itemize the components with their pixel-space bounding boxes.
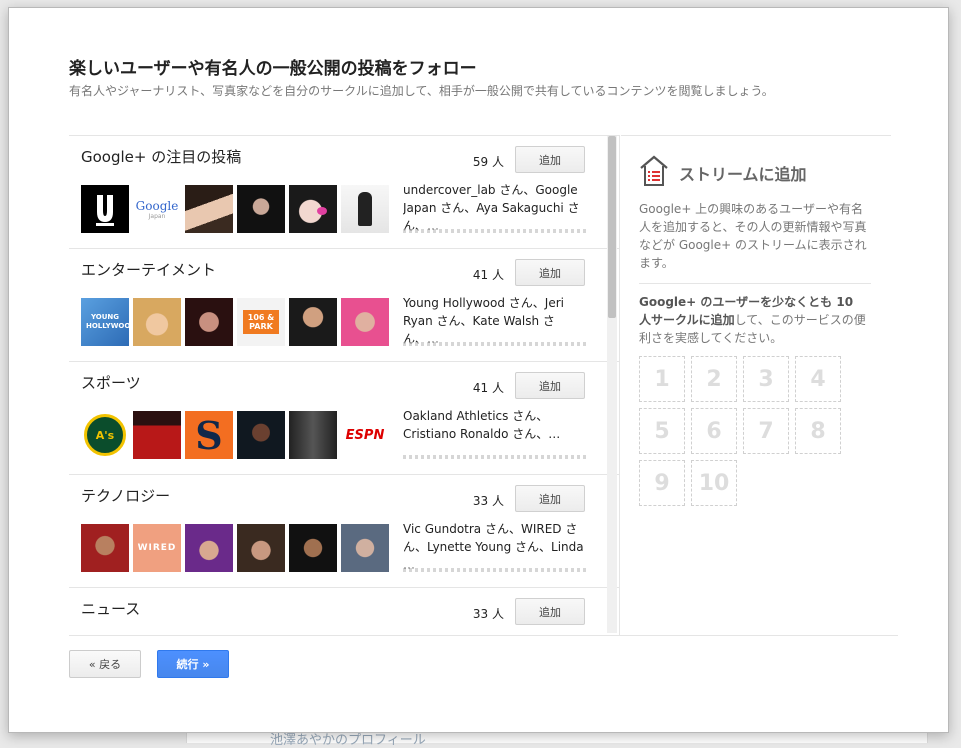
circle-slot: 9: [639, 460, 685, 506]
google-logo-sub: Japan: [148, 212, 166, 220]
panel-top-border: [621, 135, 891, 136]
avatar[interactable]: [133, 298, 181, 346]
category-row: エンターテイメント 41 人 追加 YOUNG HOLLYWOOD 106 & …: [69, 249, 619, 362]
circle-slot: 6: [691, 408, 737, 454]
continue-button[interactable]: 続行 »: [157, 650, 229, 678]
category-description: Oakland Athletics さん、Cristiano Ronaldo さ…: [403, 409, 561, 441]
category-name: ニュース: [81, 600, 141, 618]
description-fade: [403, 342, 589, 346]
category-count: 41 人: [472, 381, 504, 395]
avatar[interactable]: Google Japan: [133, 185, 181, 233]
circle-slot: 7: [743, 408, 789, 454]
athletics-logo: A's: [84, 414, 126, 456]
category-count: 41 人: [472, 268, 504, 282]
category-row: スポーツ 41 人 追加 A's S ESPN Oakland Athletic…: [69, 362, 619, 475]
avatar[interactable]: [341, 185, 389, 233]
circle-slot: 10: [691, 460, 737, 506]
add-button[interactable]: 追加: [515, 598, 585, 625]
106-park-logo: 106 & PARK: [243, 310, 279, 334]
category-row: テクノロジー 33 人 追加 WIRED Vic Gundotra さん、WIR…: [69, 475, 619, 588]
avatar[interactable]: WIRED: [133, 524, 181, 572]
stream-title: ストリームに追加: [679, 165, 807, 184]
avatar[interactable]: [237, 185, 285, 233]
avatar[interactable]: A's: [81, 411, 129, 459]
description-fade: [403, 229, 589, 233]
avatar[interactable]: [237, 411, 285, 459]
category-count: 33 人: [472, 607, 504, 621]
category-count: 33 人: [472, 494, 504, 508]
category-description: Young Hollywood さん、Jeri Ryan さん、Kate Wal…: [403, 296, 564, 344]
avatar[interactable]: S: [185, 411, 233, 459]
category-row: Google+ の注目の投稿 59 人 追加 Google Japan unde…: [69, 136, 619, 249]
stream-goal: Google+ のユーザーを少なくとも 10 人サークルに追加して、このサービス…: [639, 293, 869, 347]
avatar[interactable]: [185, 298, 233, 346]
scrollbar-thumb[interactable]: [608, 136, 616, 318]
avatar-strip: YOUNG HOLLYWOOD 106 & PARK: [81, 298, 389, 346]
follow-dialog: 楽しいユーザーや有名人の一般公開の投稿をフォロー 有名人やジャーナリスト、写真家…: [8, 7, 949, 733]
circle-slot: 8: [795, 408, 841, 454]
avatar[interactable]: [133, 411, 181, 459]
dialog-subtitle: 有名人やジャーナリスト、写真家などを自分のサークルに追加して、相手が一般公開で共…: [69, 84, 774, 98]
avatar[interactable]: [289, 298, 337, 346]
back-button[interactable]: « 戻る: [69, 650, 141, 678]
avatar[interactable]: 106 & PARK: [237, 298, 285, 346]
add-button[interactable]: 追加: [515, 259, 585, 286]
avatar-strip: A's S ESPN: [81, 411, 389, 459]
avatar[interactable]: [289, 524, 337, 572]
category-name: Google+ の注目の投稿: [81, 148, 242, 166]
avatar[interactable]: ESPN: [341, 411, 389, 459]
category-name: エンターテイメント: [81, 261, 217, 279]
category-list[interactable]: Google+ の注目の投稿 59 人 追加 Google Japan unde…: [69, 135, 619, 628]
category-name: テクノロジー: [81, 487, 171, 505]
avatar[interactable]: [81, 185, 129, 233]
circle-slot: 5: [639, 408, 685, 454]
avatar[interactable]: [185, 524, 233, 572]
avatar[interactable]: [289, 185, 337, 233]
young-hollywood-logo: YOUNG HOLLYWOOD: [86, 313, 129, 330]
category-description: undercover_lab さん、Google Japan さん、Aya Sa…: [403, 183, 580, 231]
avatar[interactable]: [237, 524, 285, 572]
avatar[interactable]: [341, 524, 389, 572]
circle-slot: 4: [795, 356, 841, 402]
wired-logo: WIRED: [137, 543, 177, 553]
avatar-strip: WIRED: [81, 524, 389, 572]
footer-divider: [69, 635, 898, 636]
add-button[interactable]: 追加: [515, 146, 585, 173]
stream-divider: [639, 283, 871, 284]
espn-logo: ESPN: [345, 427, 385, 443]
add-button[interactable]: 追加: [515, 485, 585, 512]
stream-house-icon: [639, 154, 669, 192]
category-name: スポーツ: [81, 374, 141, 392]
undercover-logo: [96, 195, 114, 226]
category-count: 59 人: [472, 155, 504, 169]
description-fade: [403, 568, 589, 572]
avatar[interactable]: [289, 411, 337, 459]
avatar-strip: Google Japan: [81, 185, 389, 233]
list-scrollbar[interactable]: [607, 136, 617, 633]
category-row: ニュース 33 人 追加: [69, 588, 619, 628]
add-button[interactable]: 追加: [515, 372, 585, 399]
avatar[interactable]: [341, 298, 389, 346]
description-fade: [403, 455, 589, 459]
stream-description: Google+ 上の興味のあるユーザーや有名人を追加すると、その人の更新情報や写…: [639, 202, 867, 270]
avatar[interactable]: [185, 185, 233, 233]
category-description: Vic Gundotra さん、WIRED さん、Lynette Young さ…: [403, 522, 584, 570]
circle-slot: 2: [691, 356, 737, 402]
avatar[interactable]: YOUNG HOLLYWOOD: [81, 298, 129, 346]
avatar[interactable]: [81, 524, 129, 572]
circle-slot: 1: [639, 356, 685, 402]
google-logo-text: Google: [135, 198, 179, 213]
panel-divider: [619, 135, 620, 635]
dialog-title: 楽しいユーザーや有名人の一般公開の投稿をフォロー: [69, 59, 477, 79]
circle-slot: 3: [743, 356, 789, 402]
